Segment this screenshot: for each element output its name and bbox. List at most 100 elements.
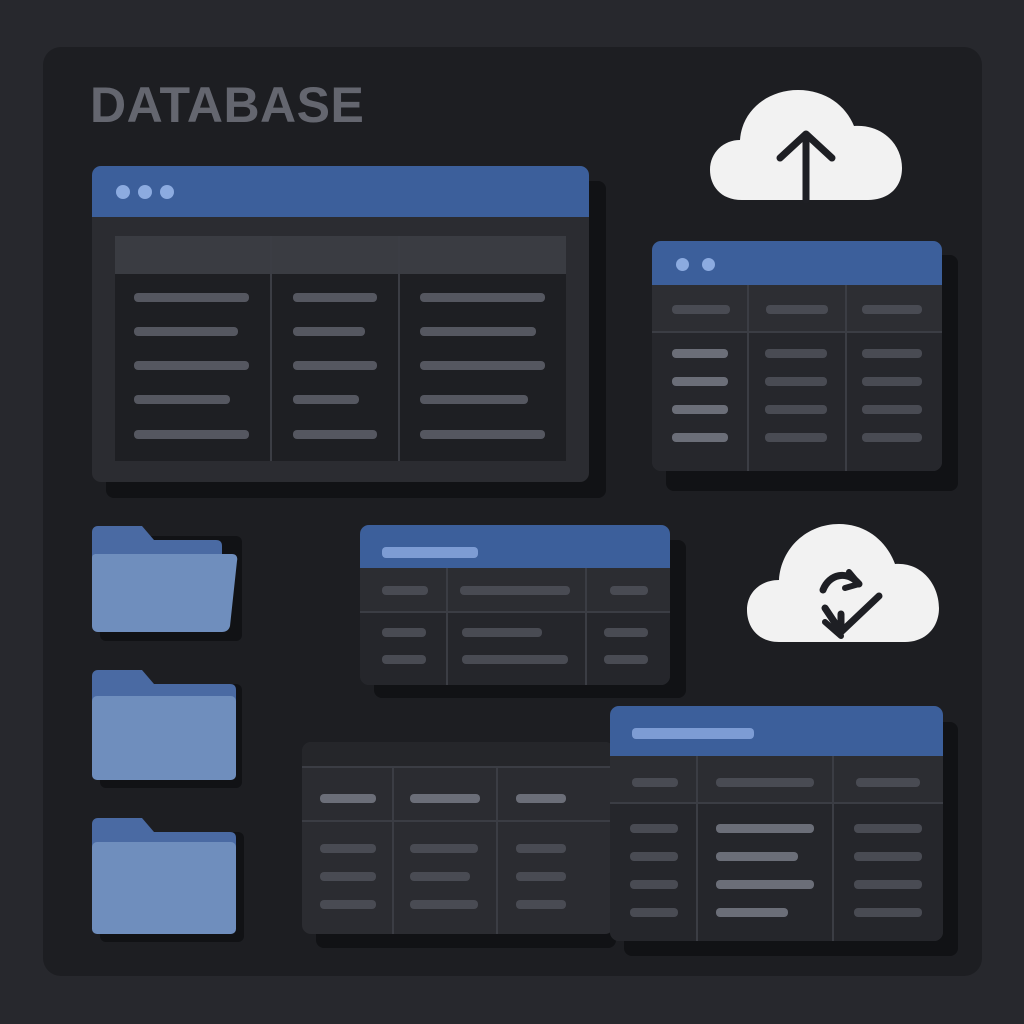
window-title-placeholder: [382, 547, 478, 558]
column-divider: [270, 236, 272, 461]
table-cell: [293, 327, 365, 336]
table-cell: [854, 880, 922, 889]
data-table: [652, 285, 942, 471]
table-cell: [854, 908, 922, 917]
table-cell: [134, 395, 230, 404]
table-cell: [293, 395, 359, 404]
table-window-main[interactable]: [92, 166, 589, 482]
table-cell: [134, 327, 238, 336]
table-cell: [410, 844, 478, 853]
table-cell: [516, 794, 566, 803]
data-table: [610, 756, 943, 941]
table-window-bottom-right[interactable]: [610, 706, 943, 941]
table-cell: [134, 430, 249, 439]
table-cell: [410, 900, 478, 909]
folder-icon[interactable]: [92, 526, 242, 641]
table-cell: [293, 293, 377, 302]
row-divider: [610, 802, 943, 804]
window-title-bar[interactable]: [360, 525, 670, 568]
column-divider: [696, 756, 698, 941]
icon-graphic: [92, 818, 244, 942]
table-cell: [672, 305, 730, 314]
data-table: [360, 568, 670, 685]
table-cell: [630, 852, 678, 861]
folder-icon[interactable]: [92, 670, 242, 788]
table-cell: [765, 349, 827, 358]
table-cell: [516, 844, 566, 853]
window-title-bar[interactable]: [652, 241, 942, 285]
window-control-dot[interactable]: [116, 185, 130, 199]
table-cell: [462, 655, 568, 664]
table-cell: [632, 778, 678, 787]
table-cell: [766, 305, 828, 314]
icon-graphic: [92, 670, 242, 788]
row-divider: [360, 611, 670, 613]
table-cell: [716, 778, 814, 787]
table-cell: [134, 293, 249, 302]
cloud-sync-download-icon[interactable]: [745, 520, 941, 646]
window-title-bar[interactable]: [610, 706, 943, 756]
table-cell: [716, 880, 814, 889]
table-cell: [716, 852, 798, 861]
icon-graphic: [747, 524, 939, 642]
table-cell: [420, 361, 545, 370]
row-divider: [302, 820, 614, 822]
page-title: DATABASE: [90, 77, 365, 133]
column-divider: [747, 285, 749, 471]
table-cell: [420, 327, 536, 336]
table-cell: [462, 628, 542, 637]
table-window-middle[interactable]: [360, 525, 670, 685]
folder-icon[interactable]: [92, 818, 244, 942]
table-cell: [862, 433, 922, 442]
column-divider: [585, 568, 587, 685]
table-window-small[interactable]: [652, 241, 942, 471]
table-cell: [765, 433, 827, 442]
table-cell: [765, 377, 827, 386]
column-divider: [832, 756, 834, 941]
table-cell: [293, 361, 377, 370]
table-cell: [854, 852, 922, 861]
table-cell: [320, 844, 376, 853]
data-table: [302, 768, 614, 934]
window-control-dot[interactable]: [138, 185, 152, 199]
table-cell: [862, 305, 922, 314]
table-cell: [382, 628, 426, 637]
table-cell: [862, 405, 922, 414]
table-header-row: [115, 236, 566, 274]
column-divider: [392, 768, 394, 934]
window-title-bar[interactable]: [92, 166, 589, 217]
table-cell: [630, 824, 678, 833]
table-cell: [320, 900, 376, 909]
window-control-dot[interactable]: [160, 185, 174, 199]
table-cell: [516, 872, 566, 881]
table-cell: [134, 361, 249, 370]
window-title-placeholder: [632, 728, 754, 739]
table-cell: [410, 794, 480, 803]
table-cell: [460, 586, 570, 595]
table-cell: [672, 377, 728, 386]
table-cell: [862, 377, 922, 386]
table-cell: [672, 349, 728, 358]
window-control-dot[interactable]: [676, 258, 689, 271]
table-cell: [382, 655, 426, 664]
table-cell: [410, 872, 470, 881]
table-cell: [320, 794, 376, 803]
table-cell: [716, 908, 788, 917]
table-cell: [604, 628, 648, 637]
table-cell: [604, 655, 648, 664]
row-divider: [652, 331, 942, 333]
table-cell: [854, 824, 922, 833]
table-cell: [630, 908, 678, 917]
table-cell: [420, 293, 545, 302]
window-control-dot[interactable]: [702, 258, 715, 271]
column-divider: [446, 568, 448, 685]
table-cell: [630, 880, 678, 889]
table-cell: [320, 872, 376, 881]
table-cell: [672, 405, 728, 414]
table-window-bottom-left[interactable]: [302, 742, 614, 934]
cloud-upload-icon[interactable]: [708, 88, 904, 204]
data-table: [115, 236, 566, 461]
table-cell: [716, 824, 814, 833]
decoration: [302, 742, 614, 766]
table-cell: [856, 778, 920, 787]
